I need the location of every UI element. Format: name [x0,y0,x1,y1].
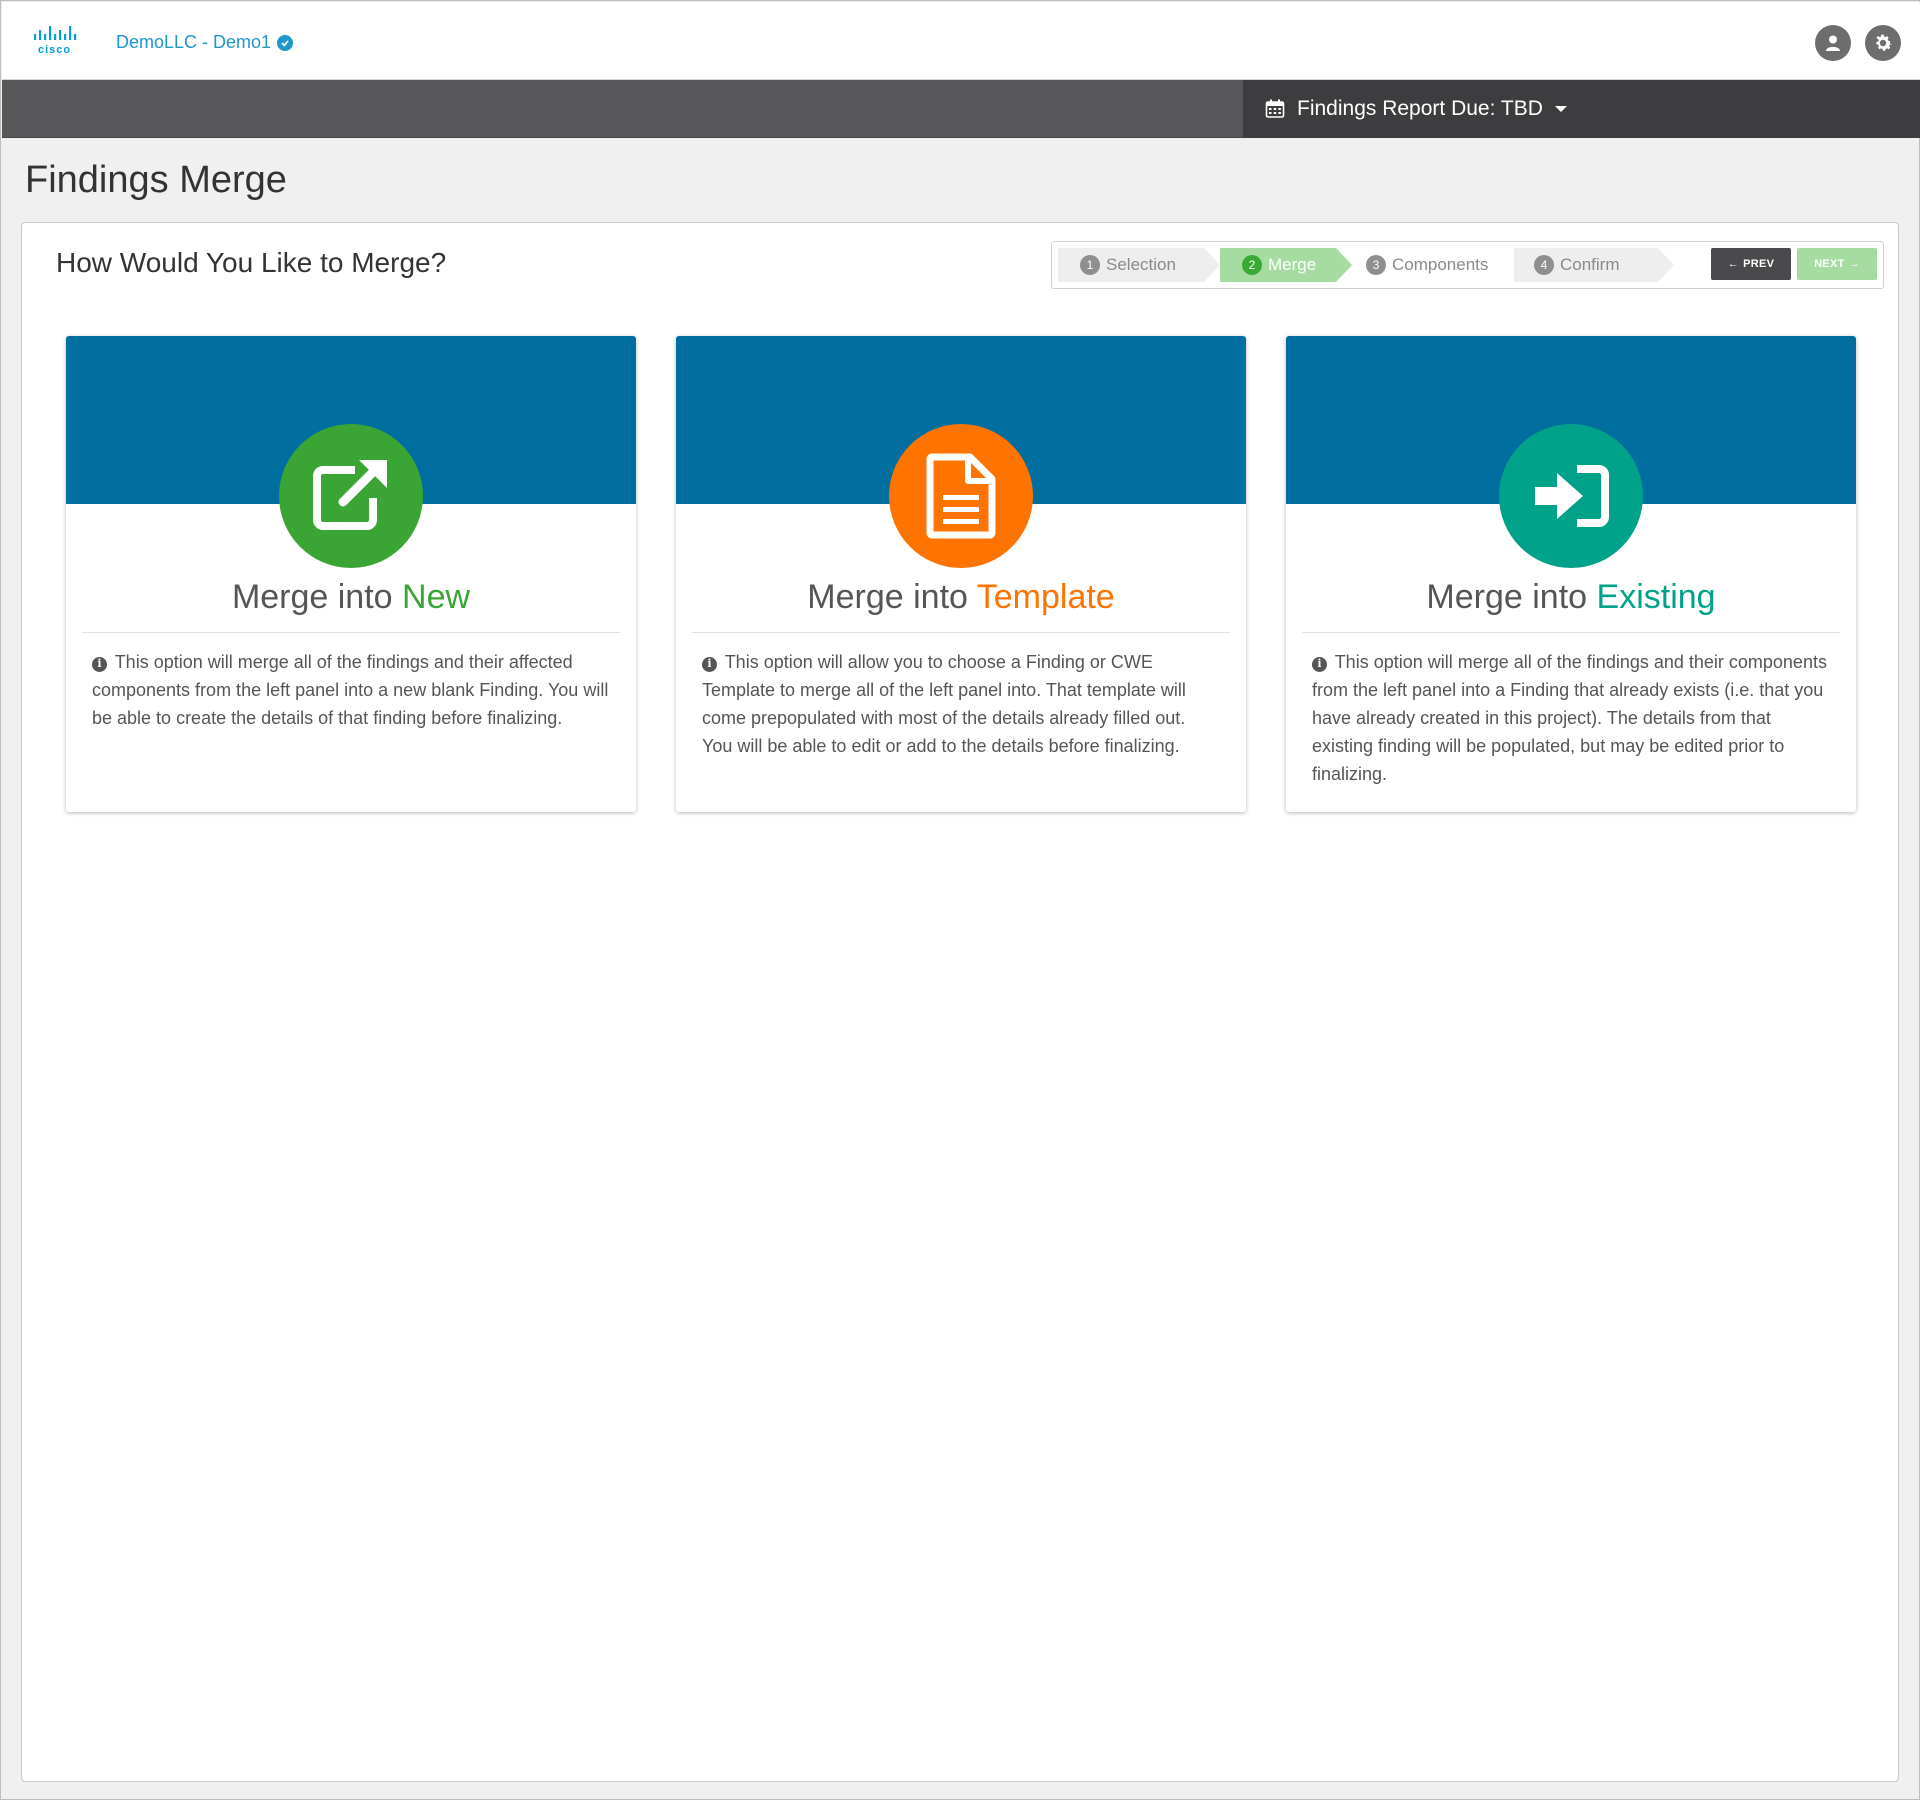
step-arrow [1204,248,1220,282]
prev-label: PREV [1743,258,1775,270]
report-due-dropdown[interactable]: Findings Report Due: TBD [1243,80,1920,138]
step-number: 4 [1534,255,1554,275]
step-label: Selection [1106,255,1176,274]
step-number: 3 [1366,255,1386,275]
wizard-step-components[interactable]: 3 Components [1352,248,1502,282]
card-title-prefix: Merge into [1426,578,1597,616]
report-due-label: Findings Report Due: TBD [1297,97,1543,120]
card-divider [1302,632,1840,633]
panel-heading: How Would You Like to Merge? [56,247,447,278]
org-project-label: DemoLLC - Demo1 [116,32,272,52]
step-label: Merge [1268,255,1317,274]
sign-in-icon [1499,424,1643,568]
calendar-icon [1265,99,1285,118]
info-icon: i [1312,656,1327,672]
document-icon [889,424,1033,568]
card-title-prefix: Merge into [807,578,977,616]
info-icon: i [702,656,717,672]
merge-panel: How Would You Like to Merge? 1 Selection… [21,222,1899,1782]
wizard-step-selection[interactable]: 1 Selection [1058,248,1204,282]
step-number: 1 [1080,255,1100,275]
card-description: i This option will merge all of the find… [1312,648,1830,788]
cisco-logo-bars [34,26,77,40]
card-title-accent: Template [976,578,1115,616]
card-divider [82,632,620,633]
card-title: Merge into New [66,578,636,617]
step-arrow [1336,248,1352,282]
info-icon: i [92,656,107,672]
app-window: cisco DemoLLC - Demo1 Findings Report Du… [0,0,1920,1800]
step-label: Confirm [1560,255,1620,274]
card-description: i This option will allow you to choose a… [702,648,1220,760]
logo-text: cisco [38,44,72,56]
caret-down-icon [1554,106,1567,112]
user-icon [1826,35,1840,51]
wizard-step-merge[interactable]: 2 Merge [1220,248,1336,282]
merge-into-template-card[interactable]: Merge into Template i This option will a… [676,336,1246,812]
page-title: Findings Merge [25,159,287,201]
external-link-icon [279,424,423,568]
merge-into-new-card[interactable]: Merge into New i This option will merge … [66,336,636,812]
card-divider [692,632,1230,633]
step-label: Components [1392,255,1489,274]
settings-button[interactable] [1865,25,1901,61]
card-title-prefix: Merge into [231,578,403,616]
org-project-link[interactable]: DemoLLC - Demo1 [116,32,294,53]
card-description-text: This option will merge all of the findin… [92,652,609,728]
card-description: i This option will merge all of the find… [92,648,610,732]
card-description-text: This option will allow you to choose a F… [702,652,1186,756]
wizard-step-track: 1 Selection 2 Merge 3 Components 4 Confi… [1058,248,1678,282]
arrow-right-icon: → [1848,258,1860,270]
user-button[interactable] [1815,25,1851,61]
prev-button[interactable]: ← PREV [1711,248,1791,280]
check-circle-icon [277,34,294,51]
sub-header-bar: Findings Report Due: TBD [2,80,1920,138]
card-description-text: This option will merge all of the findin… [1312,652,1827,784]
top-header: cisco DemoLLC - Demo1 [2,2,1920,80]
wizard-steps: 1 Selection 2 Merge 3 Components 4 Confi… [1051,241,1884,289]
arrow-left-icon: ← [1727,258,1740,270]
merge-into-existing-card[interactable]: Merge into Existing i This option will m… [1286,336,1856,812]
card-title: Merge into Existing [1286,578,1856,617]
next-label: NEXT [1814,258,1845,270]
gear-icon [1876,34,1892,51]
card-title-accent: Existing [1596,578,1716,616]
next-button[interactable]: NEXT → [1797,248,1877,280]
wizard-step-confirm[interactable]: 4 Confirm [1514,248,1658,282]
cisco-logo[interactable]: cisco [32,26,84,56]
step-arrow [1658,248,1674,282]
card-title: Merge into Template [676,578,1246,617]
card-title-accent: New [402,578,471,616]
step-number: 2 [1242,255,1262,275]
